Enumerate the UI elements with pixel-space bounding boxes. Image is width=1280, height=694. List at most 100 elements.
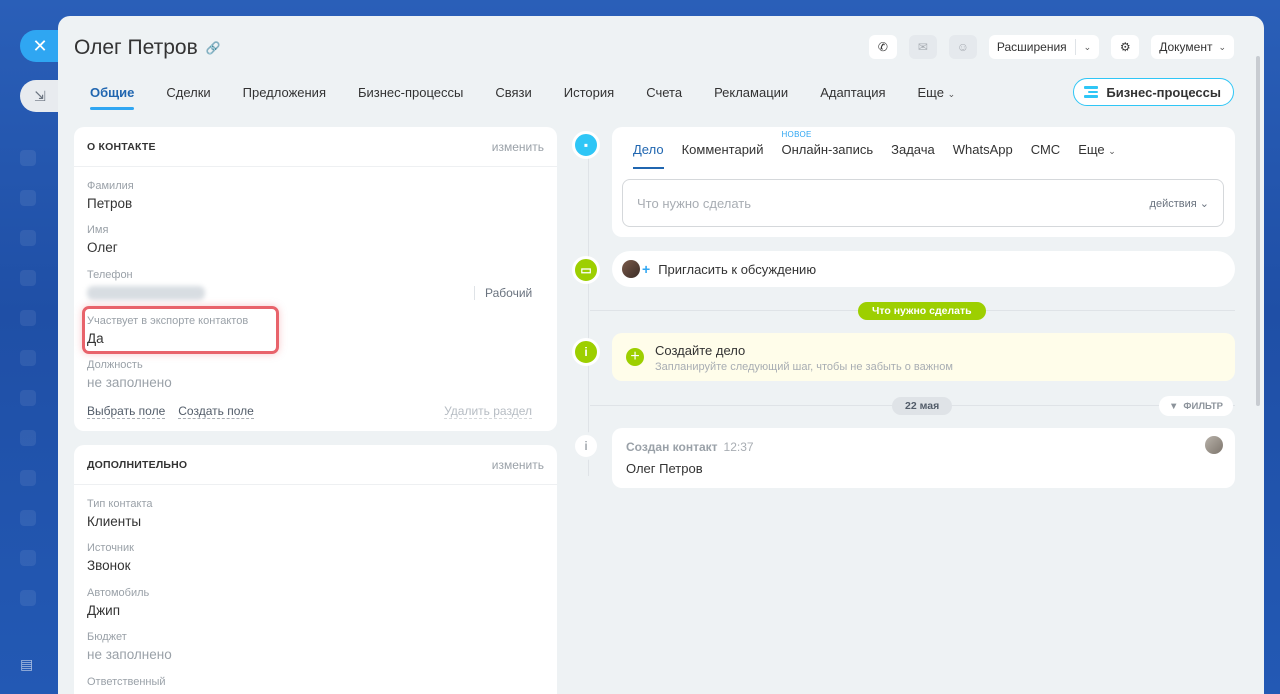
delete-section-link[interactable]: Удалить раздел [444, 404, 532, 419]
editor-tab-booking[interactable]: НОВОЕ Онлайн-запись [772, 130, 882, 169]
chevron-down-icon: ⌄ [1108, 146, 1116, 156]
create-activity-card[interactable]: + Создайте дело Запланируйте следующий ш… [612, 333, 1235, 381]
field-value: Джип [87, 603, 121, 618]
plus-icon: + [642, 261, 651, 277]
filter-label: ФИЛЬТР [1183, 400, 1224, 412]
editor-tabs: Дело Комментарий НОВОЕ Онлайн-запись Зад… [624, 127, 1125, 169]
editor-tab-whatsapp[interactable]: WhatsApp [944, 142, 1022, 169]
field-label: Ответственный [87, 676, 166, 688]
tab-quotes[interactable]: Предложения [227, 78, 342, 110]
tab-general[interactable]: Общие [74, 78, 150, 110]
tab-more[interactable]: Еще ⌄ [902, 78, 972, 110]
todo-section-pill: Что нужно сделать [858, 302, 986, 320]
additional-card: Дополнительно изменить Тип контакта Клие… [74, 445, 557, 694]
field-first-name[interactable]: Имя Олег [87, 224, 118, 255]
info-dot-icon: i [572, 338, 600, 366]
chat-icon: ☺ [956, 40, 969, 54]
info-icon: i [572, 432, 600, 460]
field-label: Бюджет [87, 631, 127, 643]
invite-label: Пригласить к обсуждению [658, 261, 817, 277]
tab-adaptation[interactable]: Адаптация [804, 78, 901, 110]
card-actions: Выбрать поле Создать поле Удалить раздел [87, 404, 544, 419]
edit-section-link[interactable]: изменить [492, 458, 544, 472]
about-contact-card: О контакте изменить Фамилия Петров Имя О… [74, 127, 557, 431]
field-contact-type[interactable]: Тип контакта Клиенты [87, 498, 153, 529]
editor-tab-todo[interactable]: Дело [624, 142, 673, 169]
tab-relations[interactable]: Связи [479, 78, 547, 110]
select-field-link[interactable]: Выбрать поле [87, 404, 166, 419]
minimize-slider-button[interactable]: ⇲ [20, 80, 60, 112]
tab-invoices[interactable]: Счета [630, 78, 698, 110]
email-button[interactable]: ✉ [908, 35, 937, 59]
field-value: Клиенты [87, 514, 142, 529]
highlight-frame [82, 306, 279, 354]
chat-dot-icon: ▭ [572, 256, 600, 284]
card-title: О контакте [87, 140, 156, 153]
field-label: Тип контакта [87, 498, 153, 510]
field-car[interactable]: Автомобиль Джип [87, 587, 149, 618]
create-activity-title: Создайте дело [655, 343, 746, 358]
contact-slider-panel: Олег Петров 🔗 ✆ ✉ ☺ Расширения ⌄ ⚙ Докум… [58, 16, 1264, 694]
extensions-button[interactable]: Расширения ⌄ [988, 35, 1100, 59]
avatar[interactable] [1205, 436, 1223, 454]
filter-button[interactable]: ▼ ФИЛЬТР [1159, 396, 1234, 416]
tab-claims[interactable]: Рекламации [698, 78, 804, 110]
close-slider-button[interactable]: ✕ [20, 30, 60, 62]
todo-input[interactable]: Что нужно сделать действия ⌄ [622, 179, 1224, 227]
filter-icon: ▼ [1169, 400, 1179, 412]
editor-tab-task[interactable]: Задача [882, 142, 944, 169]
comment-dot-icon: ▪ [572, 131, 600, 159]
document-label: Документ [1159, 40, 1213, 54]
field-value: не заполнено [87, 647, 172, 662]
history-item-title: Создан контакт 12:37 [626, 440, 754, 454]
field-value: Петров [87, 196, 133, 211]
history-contact-name[interactable]: Олег Петров [626, 461, 703, 476]
chevron-down-icon: ⌄ [1199, 197, 1209, 210]
field-value: Звонок [87, 558, 131, 573]
business-processes-button[interactable]: Бизнес-процессы [1073, 78, 1234, 106]
business-process-icon [1084, 86, 1099, 99]
field-label: Должность [87, 359, 143, 371]
chevron-down-icon: ⌄ [1218, 41, 1226, 52]
field-phone[interactable]: Телефон [87, 269, 205, 300]
field-position[interactable]: Должность не заполнено [87, 359, 172, 390]
create-field-link[interactable]: Создать поле [178, 404, 254, 419]
field-responsible[interactable]: Ответственный [87, 676, 166, 688]
activity-editor: Дело Комментарий НОВОЕ Онлайн-запись Зад… [612, 127, 1235, 237]
minimize-icon: ⇲ [34, 87, 46, 104]
field-label: Телефон [87, 269, 133, 281]
editor-tab-sms[interactable]: СМС [1022, 142, 1069, 169]
todo-placeholder: Что нужно сделать [637, 195, 751, 211]
new-badge: НОВОЕ [781, 130, 812, 139]
timeline-line [588, 146, 589, 476]
field-source[interactable]: Источник Звонок [87, 542, 134, 573]
editor-tab-comment[interactable]: Комментарий [673, 142, 773, 169]
print-icon[interactable]: ▤ [20, 656, 38, 674]
field-last-name[interactable]: Фамилия Петров [87, 180, 134, 211]
card-title: Дополнительно [87, 458, 188, 471]
actions-dropdown[interactable]: действия ⌄ [1150, 197, 1209, 210]
tab-deals[interactable]: Сделки [150, 78, 226, 110]
field-label: Фамилия [87, 180, 134, 192]
call-button[interactable]: ✆ [868, 35, 897, 59]
chat-button[interactable]: ☺ [948, 35, 977, 59]
contact-name-title: Олег Петров [74, 36, 198, 59]
link-icon[interactable]: 🔗 [206, 41, 221, 55]
phone-value-blurred [87, 286, 205, 300]
mail-icon: ✉ [917, 40, 928, 54]
tab-more-label: Еще [917, 85, 944, 100]
invite-to-discussion[interactable]: + Пригласить к обсуждению [612, 251, 1235, 287]
history-item-contact-created: Создан контакт 12:37 Олег Петров [612, 428, 1235, 488]
tab-business-processes[interactable]: Бизнес-процессы [342, 78, 479, 110]
plus-circle-icon[interactable]: + [626, 348, 644, 366]
edit-section-link[interactable]: изменить [492, 140, 544, 154]
field-budget[interactable]: Бюджет не заполнено [87, 631, 172, 662]
chevron-down-icon: ⌄ [947, 89, 956, 99]
tab-history[interactable]: История [548, 78, 630, 110]
header-toolbar: ✆ ✉ ☺ Расширения ⌄ ⚙ Документ ⌄ [868, 35, 1234, 59]
editor-tab-more[interactable]: Еще ⌄ [1069, 142, 1125, 169]
document-button[interactable]: Документ ⌄ [1151, 35, 1234, 59]
extensions-label: Расширения [996, 40, 1067, 54]
scrollbar[interactable] [1256, 56, 1260, 406]
settings-button[interactable]: ⚙ [1111, 35, 1140, 59]
